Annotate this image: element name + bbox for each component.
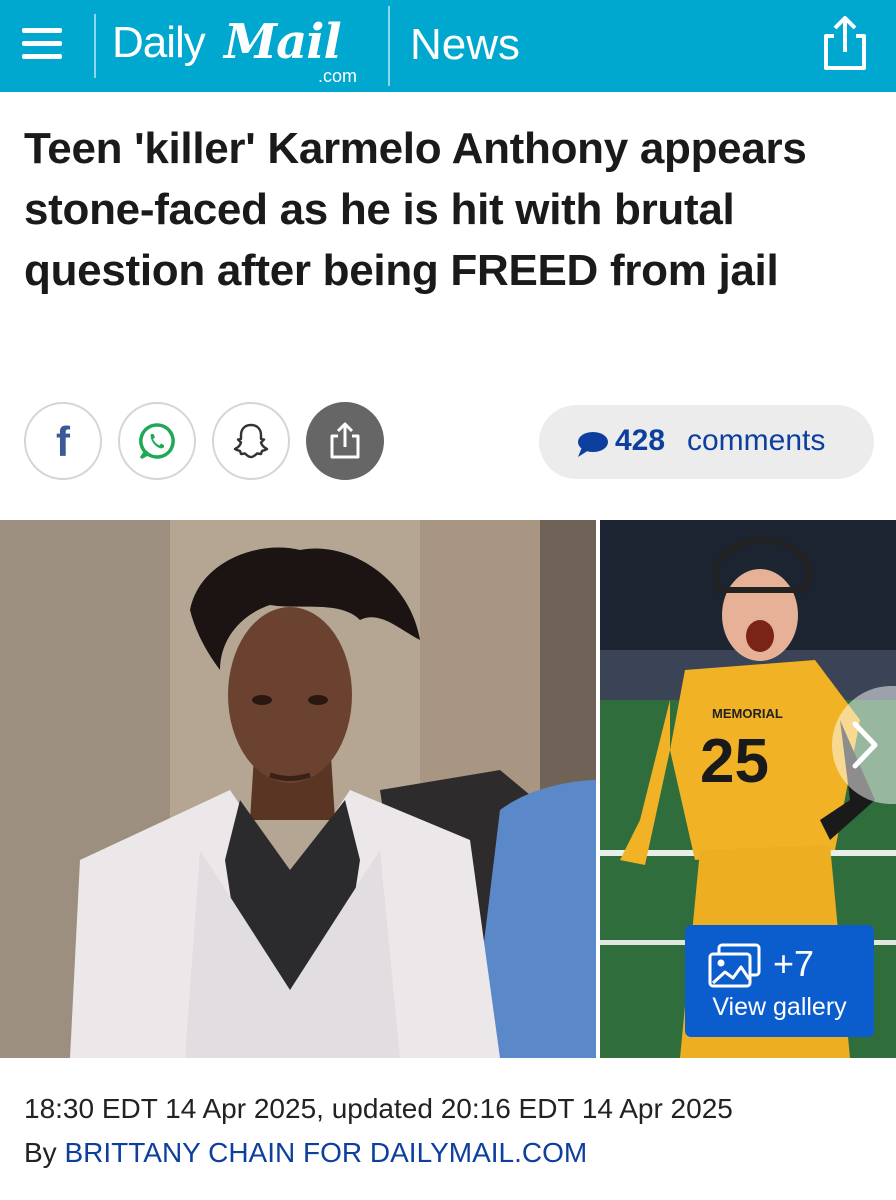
logo-daily-text: Daily bbox=[112, 18, 206, 67]
more-share-button[interactable] bbox=[306, 402, 384, 480]
comments-count: 428 bbox=[615, 424, 666, 457]
snapchat-icon bbox=[233, 423, 269, 459]
hamburger-menu-icon[interactable] bbox=[22, 24, 66, 64]
snapchat-share-button[interactable] bbox=[212, 402, 290, 480]
section-title[interactable]: News bbox=[410, 20, 520, 70]
image-gallery-icon bbox=[708, 943, 761, 988]
jersey-text: MEMORIAL bbox=[712, 706, 783, 721]
comments-button[interactable]: 428 comments bbox=[539, 405, 874, 479]
byline-prefix: By bbox=[24, 1137, 57, 1168]
jersey-number: 25 bbox=[700, 727, 769, 796]
top-navigation-bar: Daily Mail .com News bbox=[0, 0, 896, 92]
article-byline: By BRITTANY CHAIN FOR DAILYMAIL.COM bbox=[24, 1137, 587, 1169]
gallery-label: View gallery bbox=[712, 993, 847, 1021]
article-dateline: 18:30 EDT 14 Apr 2025, updated 20:16 EDT… bbox=[24, 1093, 733, 1124]
site-logo[interactable]: Daily Mail .com bbox=[112, 12, 374, 86]
facebook-share-button[interactable]: f bbox=[24, 402, 102, 480]
article-headline: Teen 'killer' Karmelo Anthony appears st… bbox=[24, 124, 807, 295]
whatsapp-share-button[interactable] bbox=[118, 402, 196, 480]
author-link[interactable]: BRITTANY CHAIN FOR DAILYMAIL.COM bbox=[64, 1137, 587, 1168]
logo-mail-text: Mail bbox=[224, 14, 342, 70]
chevron-right-icon bbox=[852, 721, 878, 769]
share-icon[interactable] bbox=[818, 14, 872, 72]
logo-com-text: .com bbox=[318, 66, 358, 86]
divider bbox=[388, 6, 390, 86]
whatsapp-icon bbox=[139, 423, 175, 459]
article-main-photo[interactable] bbox=[0, 520, 596, 1058]
divider bbox=[94, 14, 96, 78]
facebook-icon: f bbox=[56, 418, 70, 465]
view-gallery-button[interactable]: +7 View gallery bbox=[685, 925, 874, 1037]
share-icon bbox=[330, 422, 360, 459]
comment-bubble-icon bbox=[578, 432, 608, 457]
gallery-count: +7 bbox=[773, 943, 815, 984]
comments-label: comments bbox=[687, 424, 826, 457]
